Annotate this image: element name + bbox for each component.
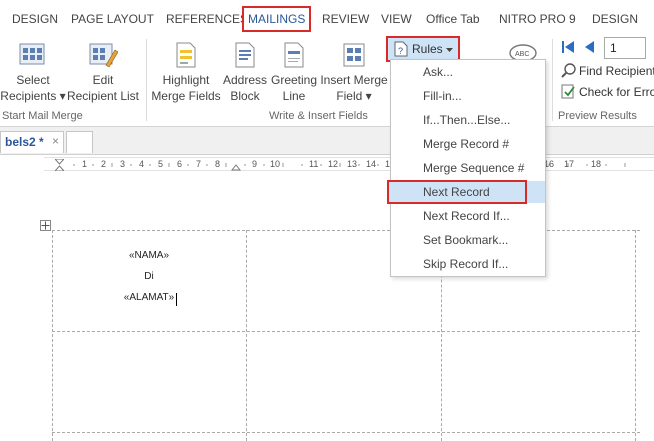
highlight-merge-fields-button[interactable]: Highlight Merge Fields	[150, 39, 222, 105]
ruler-number: 4	[139, 159, 145, 169]
ruler-number: 8	[215, 159, 221, 169]
greeting-line-icon	[284, 42, 304, 68]
find-recipient-icon	[561, 63, 576, 78]
group-separator-2	[552, 39, 553, 121]
document-canvas[interactable]: «NAMA» Di «ALAMAT»	[0, 172, 654, 441]
ruler-number: 6	[177, 159, 183, 169]
menu-item-next-record-if[interactable]: Next Record If...	[391, 205, 545, 227]
address-block-icon	[235, 42, 255, 68]
horizontal-ruler[interactable]: 1 2 3 4 5 6 7 8 9 10 11 12 13 14 15 16 1…	[44, 157, 654, 171]
highlight-merge-fields-label-2: Merge Fields	[151, 89, 221, 103]
write-insert-group-label: Write & Insert Fields	[269, 110, 368, 122]
table-move-handle-icon[interactable]	[40, 220, 51, 231]
ruler-number: 7	[196, 159, 202, 169]
svg-text:ABC: ABC	[515, 51, 529, 58]
table-row-divider	[52, 331, 640, 332]
ruler-number: 11	[309, 159, 319, 169]
recipients-icon	[19, 43, 45, 65]
check-errors-icon	[561, 84, 575, 99]
ruler-number: 3	[120, 159, 126, 169]
tab-nitro-pro[interactable]: NITRO PRO 9	[495, 6, 580, 32]
select-recipients-button[interactable]: Select Recipients ▾	[0, 39, 66, 105]
ruler-number: 2	[101, 159, 107, 169]
address-block-button[interactable]: Address Block	[222, 39, 268, 105]
tab-view[interactable]: VIEW	[377, 6, 416, 32]
new-tab-button[interactable]	[66, 131, 93, 153]
menu-item-next-record[interactable]: Next Record	[387, 180, 527, 204]
menu-item-if-then-else[interactable]: If...Then...Else...	[391, 109, 545, 131]
address-block-label-2: Block	[230, 89, 260, 103]
ruler-number: 17	[564, 159, 575, 169]
ribbon-tab-bar: DESIGN PAGE LAYOUT REFERENCES MAILINGS R…	[0, 0, 654, 35]
table-row-divider-2	[52, 432, 640, 433]
rules-dropdown-menu: Ask... Fill-in... If...Then...Else... Me…	[387, 59, 546, 277]
table-border-right	[635, 230, 636, 441]
menu-item-merge-sequence[interactable]: Merge Sequence #	[391, 157, 545, 179]
menu-item-ask[interactable]: Ask...	[391, 61, 545, 83]
table-border-top	[52, 230, 640, 231]
edit-recipient-list-label-1: Edit	[92, 73, 114, 87]
tab-references[interactable]: REFERENCES	[162, 6, 252, 32]
greeting-line-button[interactable]: Greeting Line	[268, 39, 320, 105]
ribbon: Select Recipients ▾ Edit Recipient List …	[0, 35, 654, 127]
rules-label: Rules	[412, 42, 443, 56]
ruler-number: 1	[82, 159, 88, 169]
insert-merge-field-label-2: Field ▾	[336, 89, 372, 103]
first-record-icon[interactable]	[562, 40, 574, 54]
tab-mailings[interactable]: MAILINGS	[242, 6, 312, 32]
chevron-down-icon	[446, 48, 453, 52]
highlight-fields-icon	[176, 42, 196, 68]
greeting-line-label-1: Greeting	[270, 73, 318, 87]
document-tab[interactable]: bels2 * ×	[0, 131, 64, 153]
ruler-number: 13	[347, 159, 358, 169]
greeting-line-label-2: Line	[282, 89, 306, 103]
menu-item-set-bookmark[interactable]: Set Bookmark...	[391, 229, 545, 251]
group-separator	[146, 39, 147, 121]
select-recipients-label-1: Select	[16, 73, 50, 87]
close-icon[interactable]: ×	[52, 134, 59, 148]
ruler-number: 12	[328, 159, 339, 169]
menu-item-fill-in[interactable]: Fill-in...	[391, 85, 545, 107]
document-tab-label: bels2 *	[5, 135, 44, 149]
ruler-number: 10	[270, 159, 281, 169]
preview-results-group-label: Preview Results	[558, 110, 637, 122]
menu-item-skip-record-if[interactable]: Skip Record If...	[391, 253, 545, 275]
svg-text:?: ?	[398, 46, 403, 56]
ruler-number: 14	[366, 159, 377, 169]
find-recipient-button[interactable]: Find Recipient	[579, 64, 654, 78]
cell-text-di: Di	[144, 271, 154, 282]
merge-field-alamat[interactable]: «ALAMAT»	[104, 292, 194, 303]
insert-merge-field-label-1: Insert Merge	[320, 73, 388, 87]
address-block-label-1: Address	[222, 73, 268, 87]
rules-icon: ?	[394, 41, 408, 57]
merge-field-nama[interactable]: «NAMA»	[104, 250, 194, 261]
edit-recipient-list-label-2: Recipient List	[66, 89, 140, 103]
insert-merge-field-button[interactable]: Insert Merge Field ▾	[319, 39, 389, 105]
table-column-divider	[246, 230, 247, 441]
start-mail-merge-group-label: Start Mail Merge	[2, 110, 83, 122]
tab-review[interactable]: REVIEW	[318, 6, 373, 32]
check-for-errors-button[interactable]: Check for Errors	[579, 85, 654, 99]
tab-design[interactable]: DESIGN	[8, 6, 62, 32]
select-recipients-label-2: Recipients ▾	[0, 89, 66, 103]
record-number-input[interactable]: 1	[604, 37, 646, 59]
previous-record-icon[interactable]	[584, 40, 594, 54]
ruler-number: 5	[158, 159, 164, 169]
table-border-left	[52, 230, 53, 441]
edit-recipient-list-button[interactable]: Edit Recipient List	[66, 39, 140, 105]
tab-design-2[interactable]: DESIGN	[588, 6, 642, 32]
document-tab-strip: bels2 * ×	[0, 127, 654, 155]
highlight-merge-fields-label-1: Highlight	[162, 73, 210, 87]
ruler-number: 9	[252, 159, 258, 169]
menu-item-merge-record[interactable]: Merge Record #	[391, 133, 545, 155]
tab-office-tab[interactable]: Office Tab	[422, 6, 484, 32]
ruler-number: 18	[591, 159, 602, 169]
tab-page-layout[interactable]: PAGE LAYOUT	[67, 6, 158, 32]
insert-merge-field-icon	[343, 43, 365, 67]
edit-list-icon	[89, 43, 118, 68]
text-cursor	[176, 293, 177, 306]
